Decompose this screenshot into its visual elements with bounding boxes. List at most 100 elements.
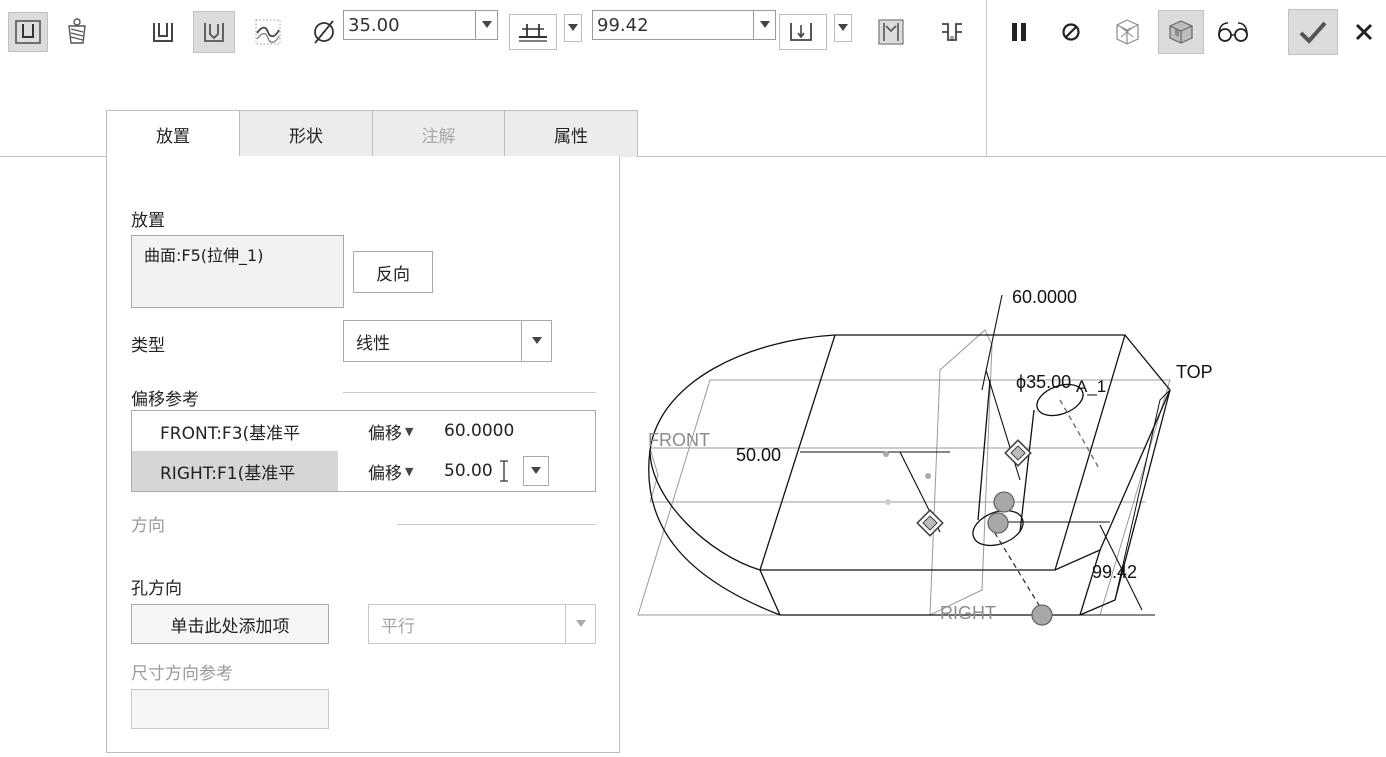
diameter-icon-label — [308, 12, 340, 52]
tab-properties[interactable]: 属性 — [505, 110, 638, 157]
pause-icon — [1009, 20, 1029, 44]
drill-point-hole-icon — [200, 18, 228, 46]
remove-material-button[interactable] — [870, 12, 912, 52]
offset-type-dropdown[interactable]: 偏移 ▼ — [338, 411, 444, 451]
simple-hole-icon — [14, 18, 42, 46]
flat-bottom-hole-icon — [149, 18, 177, 46]
dim-front-offset[interactable]: 60.0000 — [1012, 287, 1077, 307]
hole-direction-select[interactable]: 平行 — [368, 604, 596, 644]
depth-type-dropdown[interactable] — [564, 14, 582, 42]
rounded-end-lower-edge — [649, 449, 761, 571]
offset-ref-row[interactable]: RIGHT:F1(基准平 偏移 ▼ 50.00 — [132, 451, 595, 491]
sketch-hole-button[interactable] — [248, 12, 288, 52]
blind-depth-icon — [516, 20, 550, 44]
placement-reference-item[interactable]: 曲面:F5(拉伸_1) — [144, 246, 263, 265]
offset-ref-name[interactable]: FRONT:F3(基准平 — [132, 411, 338, 451]
diameter-input[interactable] — [344, 11, 475, 39]
ok-button[interactable] — [1288, 9, 1338, 55]
datum-top-label: TOP — [1176, 362, 1213, 382]
hole-axis-line — [1059, 399, 1101, 471]
placement-reference-collector[interactable]: 曲面:F5(拉伸_1) — [131, 235, 344, 308]
pause-button[interactable] — [1003, 12, 1035, 52]
offset-references-table: FRONT:F3(基准平 偏移 ▼ 60.0000 RIGHT:F1(基准平 偏移… — [131, 410, 596, 492]
tab-shape[interactable]: 形状 — [240, 110, 373, 157]
datum-right-label: RIGHT — [940, 603, 996, 623]
direction-label: 方向 — [131, 516, 165, 536]
hole-direction-value: 平行 — [381, 616, 415, 637]
offset-type-dropdown[interactable]: 偏移 ▼ — [338, 451, 444, 491]
depth-type-button[interactable] — [509, 14, 557, 50]
datum-front-label: FRONT — [648, 430, 710, 450]
dashboard-tabs: 放置 形状 注解 属性 — [106, 110, 638, 158]
tab-notes[interactable]: 注解 — [373, 110, 505, 157]
solid-preview-button[interactable] — [1158, 10, 1204, 54]
toolbar-separator — [986, 0, 987, 157]
offset-value[interactable]: 60.0000 — [444, 411, 595, 451]
solid-preview-icon — [1165, 17, 1197, 47]
standard-hole-button[interactable] — [58, 12, 96, 52]
hole-preview — [972, 379, 1101, 616]
flip-button[interactable]: 反向 — [353, 251, 433, 293]
depth-measure-dropdown[interactable] — [834, 14, 852, 42]
offset-section-divider — [343, 392, 596, 393]
offset-value-input[interactable]: 50.00 — [444, 461, 493, 481]
datum-planes — [637, 329, 1171, 616]
verify-mode-button[interactable] — [1212, 12, 1254, 52]
no-preview-button[interactable] — [1055, 12, 1087, 52]
simple-hole-button[interactable] — [8, 12, 48, 52]
offset-ref-name[interactable]: RIGHT:F1(基准平 — [132, 451, 338, 491]
glasses-icon — [1215, 20, 1251, 44]
sketch-hole-icon — [253, 17, 283, 47]
rounded-end-edge — [648, 334, 836, 616]
offset-value-spin-dropdown[interactable] — [522, 456, 549, 486]
placement-panel: 放置 曲面:F5(拉伸_1) 反向 类型 线性 偏移参考 FRONT:F3(基准… — [106, 156, 620, 753]
threaded-hole-icon — [63, 17, 91, 47]
depth-handle — [1031, 604, 1053, 626]
checkmark-icon — [1298, 19, 1328, 45]
hole-direction-collector[interactable]: 单击此处添加项 — [131, 604, 329, 644]
type-select-arrow[interactable] — [521, 321, 551, 361]
offset-value-editor[interactable]: 50.00 — [444, 451, 595, 491]
depth-measure-button[interactable] — [779, 14, 827, 50]
offset-references-label: 偏移参考 — [131, 390, 199, 410]
offset-handle-right[interactable] — [916, 509, 944, 537]
dim-diameter[interactable]: ϕ35.00 — [1016, 372, 1071, 392]
dim-direction-ref-collector[interactable] — [131, 689, 329, 729]
hole-right-edge — [1019, 409, 1035, 533]
depth-input[interactable] — [593, 11, 753, 39]
placement-handle — [987, 512, 1009, 534]
hole-direction-label: 孔方向 — [131, 579, 182, 599]
reference-point — [883, 451, 889, 457]
wireframe-preview-icon — [1111, 17, 1143, 47]
depth-dropdown-arrow[interactable] — [753, 11, 775, 39]
hole-direction-arrow[interactable] — [565, 605, 595, 643]
dim-right-offset[interactable]: 50.00 — [736, 445, 781, 465]
text-cursor-icon — [499, 460, 509, 482]
cancel-button[interactable] — [1348, 12, 1380, 52]
feature-dashboard-toolbar — [0, 0, 1386, 72]
flat-hole-button[interactable] — [143, 12, 183, 52]
offset-ref-row[interactable]: FRONT:F3(基准平 偏移 ▼ 60.0000 — [132, 411, 595, 451]
dim-depth[interactable]: 99.42 — [1092, 562, 1137, 582]
close-icon — [1354, 22, 1374, 42]
back-edge — [1054, 334, 1126, 571]
reference-point — [885, 499, 891, 505]
diameter-handle — [993, 491, 1015, 513]
diameter-combo[interactable] — [343, 10, 498, 40]
axis-label: A_1 — [1076, 377, 1106, 396]
model-graphics-area[interactable]: FRONT RIGHT TOP A_1 60.0000 ϕ35.00 50.00… — [630, 270, 1230, 640]
diameter-dropdown-arrow[interactable] — [475, 11, 497, 39]
front-datum-plane — [649, 447, 1146, 503]
depth-combo[interactable] — [592, 10, 776, 40]
type-label: 类型 — [131, 336, 165, 356]
dim-direction-ref-label: 尺寸方向参考 — [131, 664, 233, 684]
shoulder-depth-icon — [787, 19, 819, 45]
type-select[interactable]: 线性 — [343, 320, 552, 362]
drilled-hole-button[interactable] — [193, 11, 235, 53]
diameter-icon — [311, 18, 337, 46]
direction-section-divider — [397, 524, 596, 525]
wireframe-preview-button[interactable] — [1107, 12, 1147, 52]
counterbore-button[interactable] — [932, 12, 972, 52]
tab-placement[interactable]: 放置 — [106, 110, 240, 158]
type-select-value: 线性 — [356, 333, 390, 354]
